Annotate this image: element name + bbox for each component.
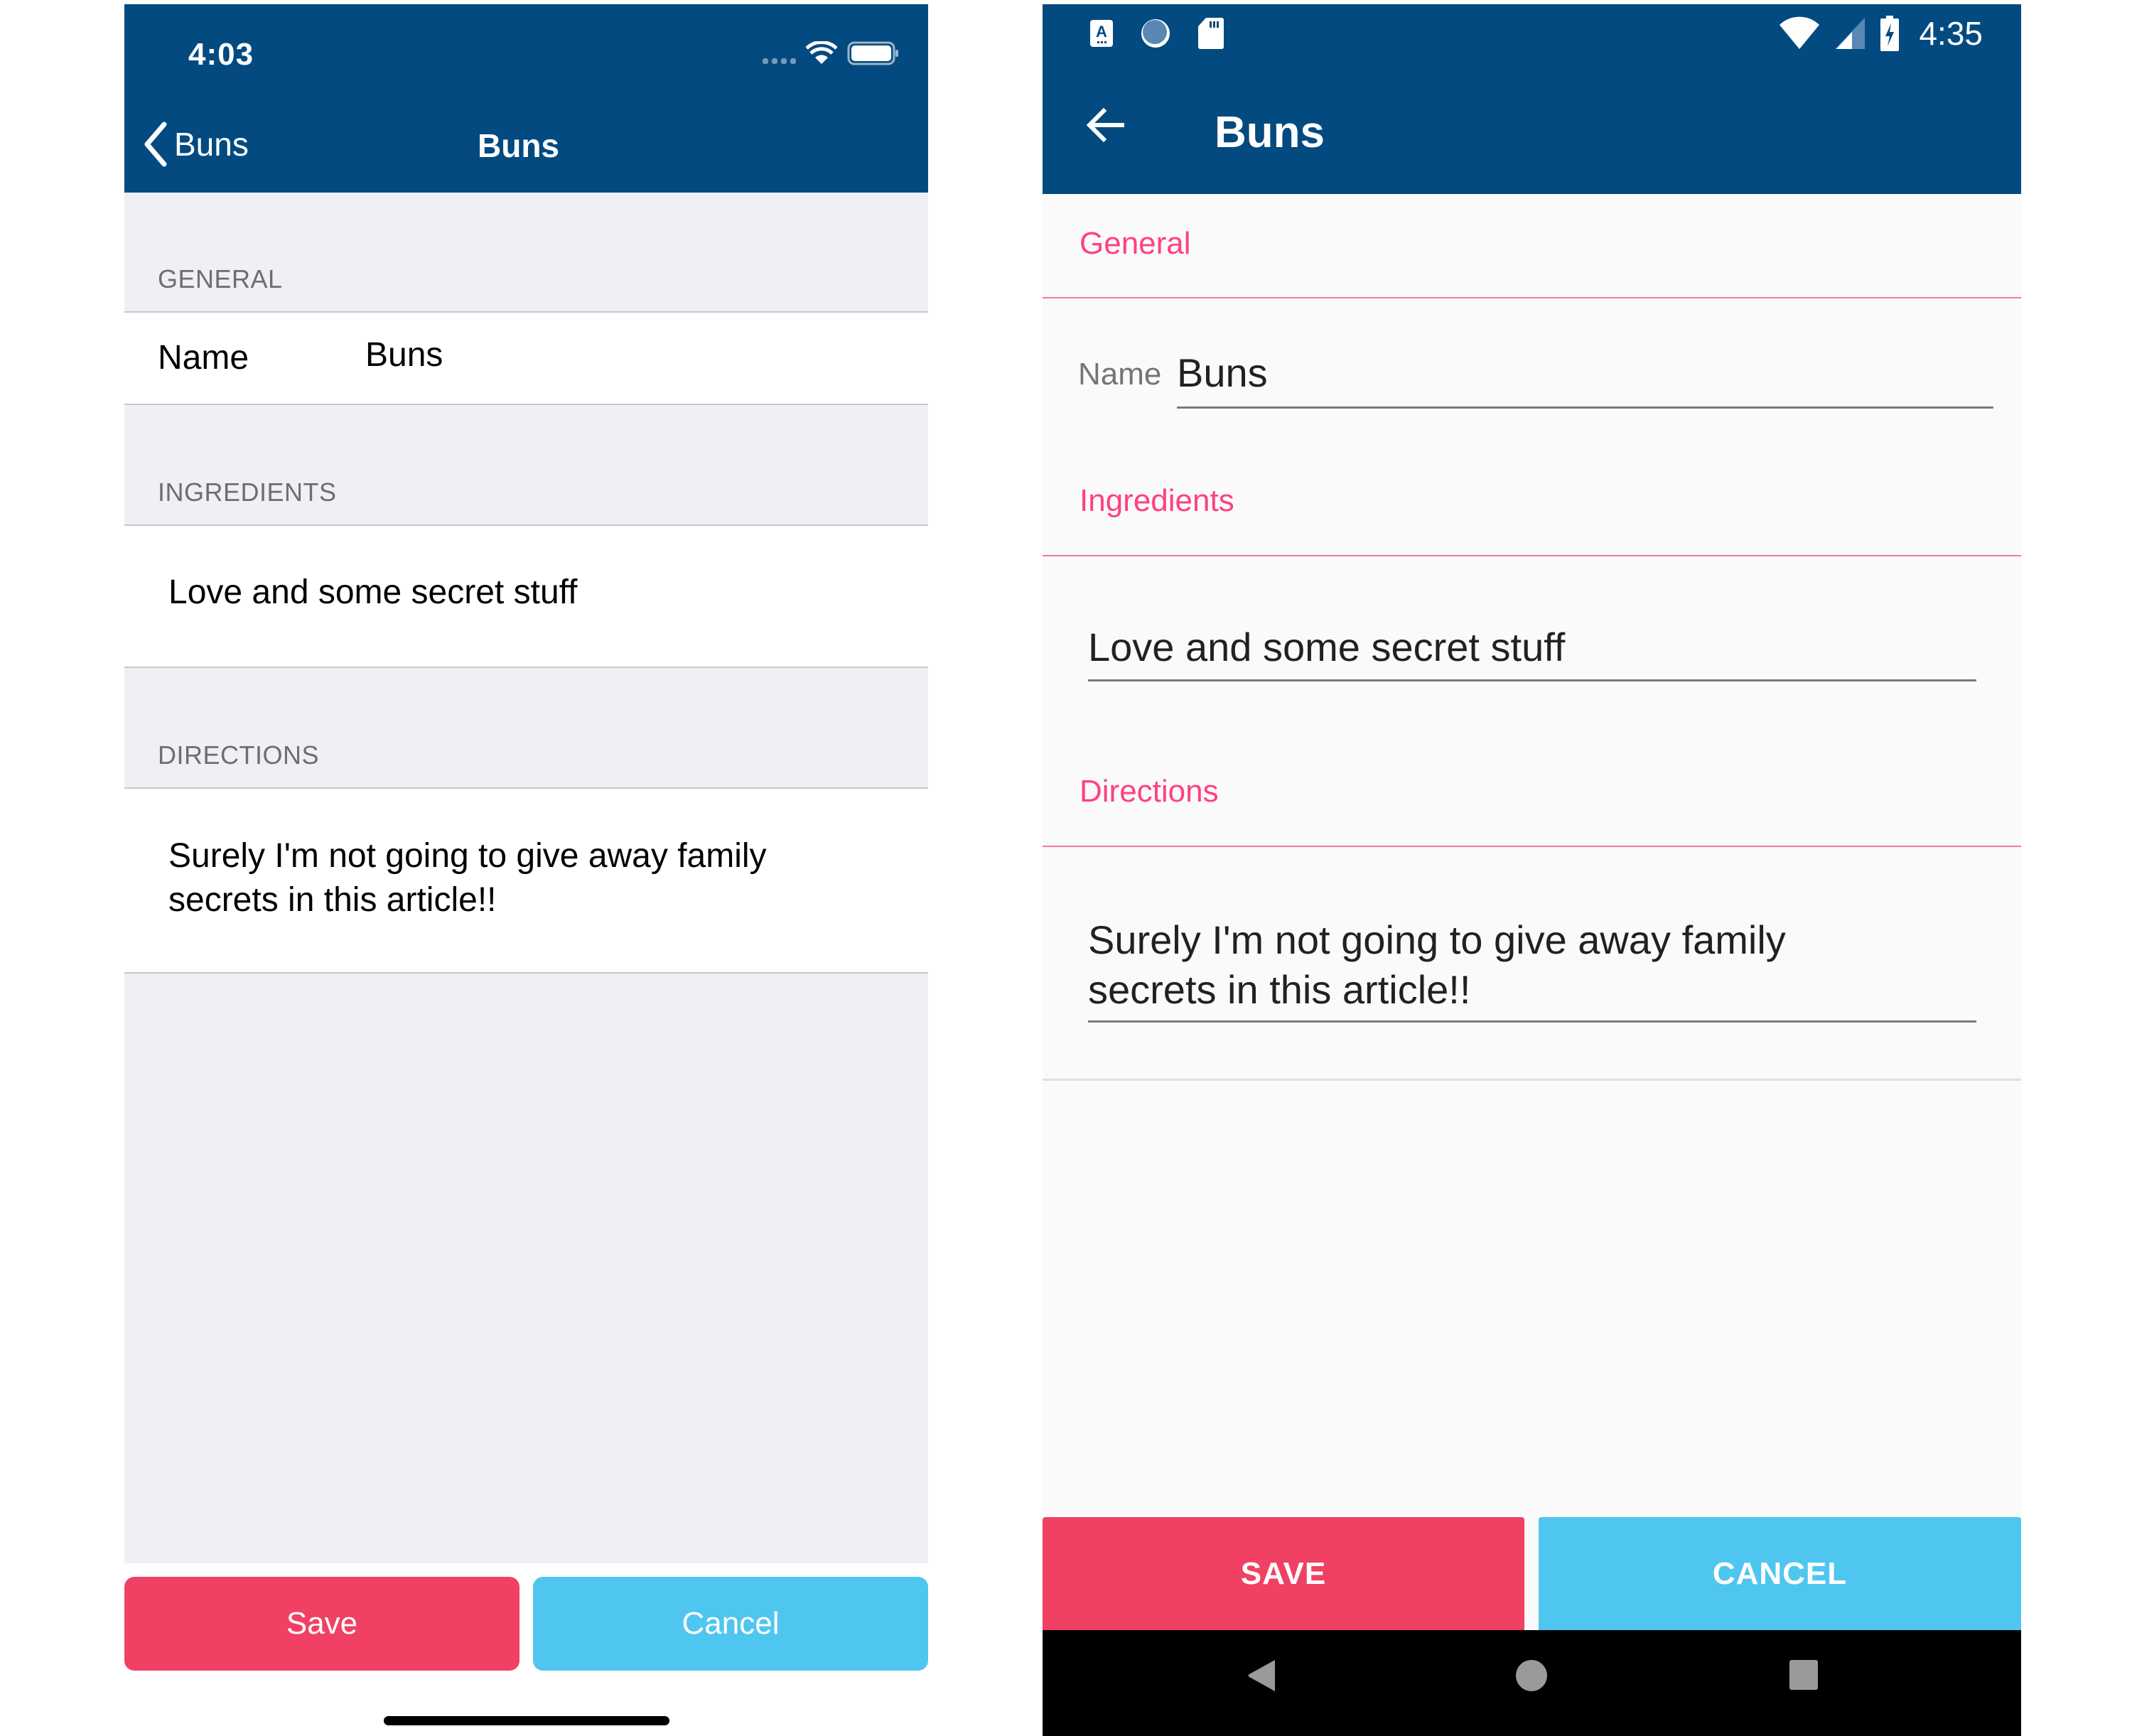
status-left-icons: A (1089, 17, 1224, 50)
name-label: Name (158, 339, 249, 377)
wifi-icon (1780, 16, 1820, 49)
sync-circle-icon (1141, 19, 1170, 48)
section-header-general: GENERAL (124, 193, 928, 311)
android-navigation-bar (1043, 1630, 2021, 1736)
section-divider (1043, 555, 2021, 556)
directions-cell[interactable]: Surely I'm not going to give away family… (124, 787, 928, 974)
section-header-general: General (1080, 226, 1191, 261)
directions-editor-underline (1088, 1020, 1976, 1023)
name-label: Name (1078, 357, 1162, 392)
save-button[interactable]: SAVE (1043, 1517, 1524, 1630)
battery-charging-icon (1880, 16, 1900, 51)
ingredients-editor[interactable]: Love and some secret stuff (1088, 624, 1565, 670)
status-time: 4:35 (1919, 15, 1983, 52)
cell-signal-icon (1835, 18, 1866, 49)
directions-line: secrets in this article!! (1088, 967, 1471, 1012)
svg-text:A: A (1096, 23, 1107, 41)
directions-line: Surely I'm not going to give away family (1088, 917, 1786, 962)
name-input[interactable]: Buns (365, 335, 443, 374)
recents-square-icon[interactable] (1788, 1659, 1819, 1691)
save-button[interactable]: Save (124, 1577, 519, 1671)
directions-line: Surely I'm not going to give away family (168, 837, 767, 875)
directions-editor[interactable]: Surely I'm not going to give away family… (1088, 915, 1786, 1015)
android-app-bar: A 4:35 Buns (1043, 4, 2021, 194)
page-title: Buns (1215, 108, 1325, 157)
cancel-button[interactable]: CANCEL (1539, 1517, 2021, 1630)
page-title: Buns (124, 126, 928, 165)
home-circle-icon[interactable] (1514, 1659, 1549, 1693)
accessibility-a-icon: A (1090, 20, 1113, 47)
wifi-icon (806, 41, 837, 64)
section-header-label: INGREDIENTS (158, 478, 337, 507)
name-input[interactable]: Buns (1177, 350, 1268, 396)
battery-icon (847, 41, 898, 65)
back-triangle-icon[interactable] (1247, 1659, 1278, 1693)
page-title-text: Buns (478, 127, 559, 164)
section-header-directions: Directions (1080, 774, 1219, 809)
status-icons (763, 41, 900, 65)
arrow-back-icon[interactable] (1084, 104, 1126, 146)
sd-card-icon (1198, 18, 1224, 49)
ingredients-editor-underline (1088, 679, 1976, 681)
section-divider (1043, 846, 2021, 847)
section-header-directions: DIRECTIONS (124, 668, 928, 787)
signal-dots-icon (763, 43, 796, 64)
section-header-ingredients: Ingredients (1080, 483, 1234, 518)
empty-table-area (124, 974, 928, 1563)
directions-editor[interactable]: Surely I'm not going to give away family… (168, 834, 767, 922)
ios-navigation-bar: 4:03 Buns Buns (124, 4, 928, 193)
ingredients-editor[interactable]: Love and some secret stuff (168, 573, 577, 612)
section-header-ingredients: INGREDIENTS (124, 405, 928, 524)
status-right-icons: 4:35 (1778, 14, 1983, 53)
ios-screen: 4:03 Buns Buns GENERAL Name Buns INGREDI… (124, 4, 928, 1736)
directions-line: secrets in this article!! (168, 881, 497, 919)
table-bottom-divider (1043, 1079, 2021, 1081)
home-indicator[interactable] (384, 1716, 669, 1725)
ingredients-cell[interactable]: Love and some secret stuff (124, 524, 928, 668)
name-cell[interactable]: Name Buns (124, 311, 928, 405)
section-divider (1043, 297, 2021, 298)
status-time: 4:03 (188, 37, 254, 72)
android-screen: A 4:35 Buns General Name Buns Ingredient… (1043, 4, 2021, 1736)
name-input-underline (1177, 406, 1993, 409)
section-header-label: GENERAL (158, 264, 283, 293)
section-header-label: DIRECTIONS (158, 740, 320, 770)
cancel-button[interactable]: Cancel (533, 1577, 928, 1671)
